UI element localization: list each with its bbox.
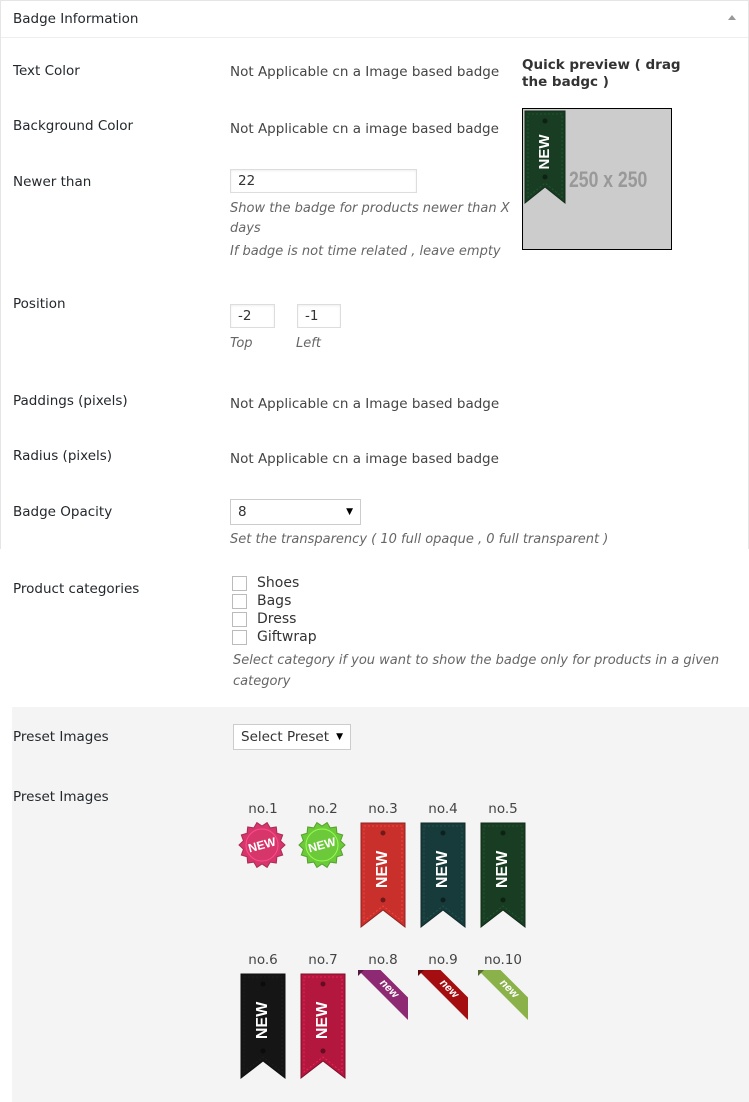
- category-label-shoes: Shoes: [257, 575, 300, 591]
- preset-badge-ribbon-image[interactable]: NEW: [299, 972, 347, 1080]
- preset-badge-5[interactable]: no.5 NEW: [473, 801, 533, 951]
- category-label-bags: Bags: [257, 593, 292, 609]
- preset-number: no.4: [428, 801, 458, 817]
- position-left-input[interactable]: -1: [297, 304, 341, 328]
- checkbox-bags[interactable]: [232, 594, 247, 609]
- preset-badge-ribbon-image[interactable]: NEW: [479, 821, 527, 929]
- svg-text:NEW: NEW: [314, 1001, 331, 1039]
- preset-badge-corner-image[interactable]: new: [358, 970, 408, 1020]
- categories-help-line1: Select category if you want to show the …: [233, 653, 720, 668]
- preset-number: no.1: [248, 801, 278, 817]
- preset-select[interactable]: Select Preset ▼: [233, 724, 351, 750]
- preset-badge-ribbon-image[interactable]: NEW: [419, 821, 467, 929]
- text-color-value: Not Applicable cn a Image based badge: [230, 64, 500, 80]
- preset-number: no.2: [308, 801, 338, 817]
- newer-than-input[interactable]: 22: [230, 169, 417, 193]
- category-label-giftwrap: Giftwrap: [257, 629, 317, 645]
- preset-images-label: Preset Images: [13, 789, 109, 805]
- preview-badge-ribbon[interactable]: NEW: [523, 109, 567, 205]
- categories-help-line2: category: [233, 674, 291, 689]
- preset-badge-9[interactable]: no.9 new: [413, 952, 473, 1102]
- preset-badge-7[interactable]: no.7 NEW: [293, 952, 353, 1102]
- opacity-help: Set the transparency ( 10 full opaque , …: [230, 532, 609, 547]
- checkbox-shoes[interactable]: [232, 576, 247, 591]
- product-categories-label: Product categories: [13, 581, 140, 597]
- radius-label: Radius (pixels): [13, 448, 113, 464]
- preset-badge-6[interactable]: no.6 NEW: [233, 952, 293, 1102]
- position-top-label: Top: [230, 336, 253, 351]
- position-left-label: Left: [296, 336, 321, 351]
- preview-placeholder-text: 250 x 250: [569, 167, 648, 192]
- svg-text:NEW: NEW: [434, 850, 451, 888]
- preset-number: no.5: [488, 801, 518, 817]
- background-color-value: Not Applicable cn a image based badge: [230, 121, 499, 137]
- quick-preview-box: 250 x 250 NEW: [522, 108, 672, 250]
- preset-badge-corner-image[interactable]: new: [418, 970, 468, 1020]
- preset-badge-ribbon-image[interactable]: NEW: [239, 972, 287, 1080]
- background-color-label: Background Color: [13, 118, 134, 134]
- preset-badge-3[interactable]: no.3 NEW: [353, 801, 413, 951]
- newer-than-help-line2: days: [230, 221, 261, 236]
- preset-badge-1[interactable]: no.1 NEW: [233, 801, 293, 951]
- text-color-label: Text Color: [13, 63, 80, 79]
- preset-number: no.10: [483, 952, 523, 968]
- preset-number: no.7: [308, 952, 338, 968]
- checkbox-dress[interactable]: [232, 612, 247, 627]
- radius-value: Not Applicable cn a image based badge: [230, 451, 499, 467]
- dropdown-caret-icon: ▼: [336, 732, 343, 742]
- preset-badge-starburst-image[interactable]: NEW: [238, 821, 286, 869]
- badge-opacity-select[interactable]: 8 ▼: [230, 499, 361, 525]
- position-top-input[interactable]: -2: [230, 304, 275, 328]
- paddings-value: Not Applicable cn a Image based badge: [230, 396, 500, 412]
- quick-preview-title: Quick preview ( drag the badgc ): [522, 57, 681, 90]
- preset-badge-10[interactable]: no.10 new: [473, 952, 533, 1102]
- newer-than-label: Newer than: [13, 174, 92, 190]
- svg-text:NEW: NEW: [536, 134, 553, 170]
- collapse-arrow-icon[interactable]: [728, 15, 736, 20]
- dropdown-caret-icon: ▼: [346, 507, 353, 517]
- preset-number: no.9: [428, 952, 458, 968]
- newer-than-help-line1: Show the badge for products newer than X: [230, 201, 510, 216]
- svg-text:NEW: NEW: [374, 850, 391, 888]
- preset-number: no.8: [368, 952, 398, 968]
- preset-images-select-label: Preset Images: [13, 729, 109, 745]
- badge-opacity-label: Badge Opacity: [13, 504, 113, 520]
- preset-number: no.3: [368, 801, 398, 817]
- svg-text:NEW: NEW: [494, 850, 511, 888]
- preset-badge-4[interactable]: no.4 NEW: [413, 801, 473, 951]
- checkbox-giftwrap[interactable]: [232, 630, 247, 645]
- badge-opacity-value: 8: [238, 504, 247, 520]
- preset-badge-starburst-image[interactable]: NEW: [298, 821, 346, 869]
- position-label: Position: [13, 296, 66, 312]
- preset-select-value: Select Preset: [241, 729, 330, 745]
- paddings-label: Paddings (pixels): [13, 393, 128, 409]
- preset-badge-corner-image[interactable]: new: [478, 970, 528, 1020]
- panel-header[interactable]: Badge Information: [1, 1, 748, 38]
- newer-than-help-empty: If badge is not time related , leave emp…: [230, 244, 501, 259]
- svg-text:NEW: NEW: [254, 1001, 271, 1039]
- panel-title: Badge Information: [13, 11, 139, 27]
- preset-badge-2[interactable]: no.2 NEW: [293, 801, 353, 951]
- category-label-dress: Dress: [257, 611, 297, 627]
- preset-number: no.6: [248, 952, 278, 968]
- preset-badge-8[interactable]: no.8 new: [353, 952, 413, 1102]
- preset-badge-ribbon-image[interactable]: NEW: [359, 821, 407, 929]
